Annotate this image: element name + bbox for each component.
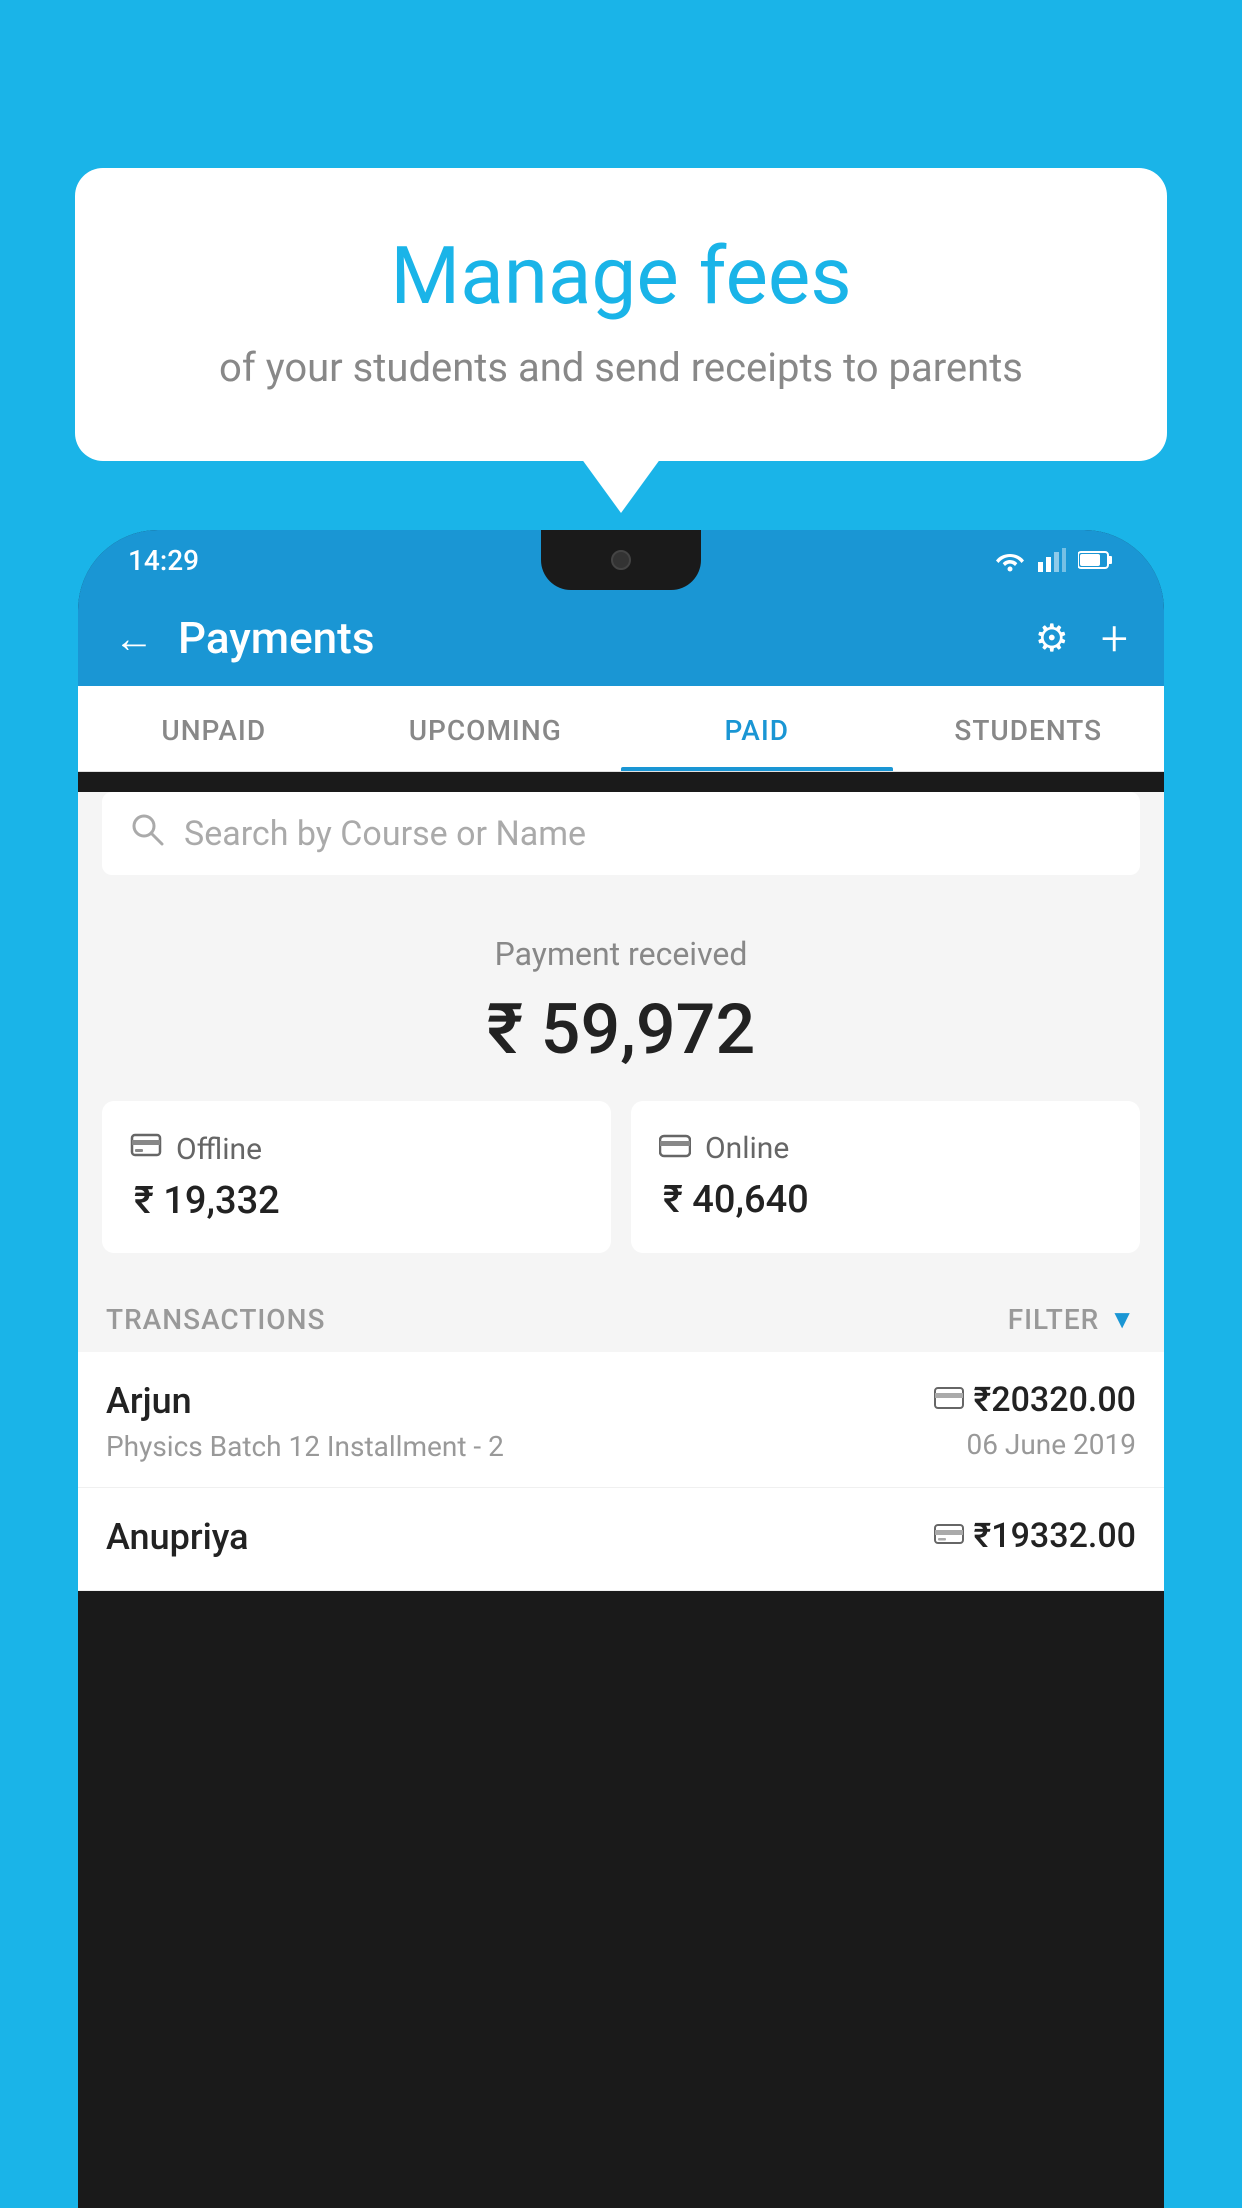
transaction-left-anupriya: Anupriya <box>106 1516 934 1566</box>
phone-frame: 14:29 <box>78 530 1164 2208</box>
online-card: Online ₹ 40,640 <box>631 1101 1140 1253</box>
filter-icon: ▼ <box>1109 1304 1136 1335</box>
tab-upcoming[interactable]: UPCOMING <box>350 686 622 771</box>
online-card-header: Online <box>659 1131 1112 1166</box>
speech-bubble-title: Manage fees <box>135 228 1107 324</box>
tab-students[interactable]: STUDENTS <box>893 686 1165 771</box>
screen-content: Search by Course or Name Payment receive… <box>78 792 1164 1591</box>
status-time: 14:29 <box>128 544 199 577</box>
transactions-label: TRANSACTIONS <box>106 1303 325 1336</box>
online-amount: ₹ 40,640 <box>663 1178 1112 1222</box>
page-title: Payments <box>178 612 1011 664</box>
camera <box>611 550 631 570</box>
transaction-name-arjun: Arjun <box>106 1380 934 1422</box>
notch <box>541 530 701 590</box>
tabs-bar: UNPAID UPCOMING PAID STUDENTS <box>78 686 1164 772</box>
add-button[interactable]: + <box>1101 610 1128 667</box>
transaction-sub-arjun: Physics Batch 12 Installment - 2 <box>106 1430 934 1463</box>
speech-bubble: Manage fees of your students and send re… <box>75 168 1167 461</box>
battery-icon <box>1078 550 1114 570</box>
offline-label: Offline <box>176 1132 262 1167</box>
app-header: ← Payments ⚙ + <box>78 590 1164 686</box>
search-placeholder: Search by Course or Name <box>184 814 1112 854</box>
transaction-name-anupriya: Anupriya <box>106 1516 934 1558</box>
transaction-row-anupriya[interactable]: Anupriya ₹19332.00 <box>78 1488 1164 1591</box>
signal-icon <box>1038 548 1066 572</box>
transaction-amount-arjun: ₹20320.00 <box>974 1380 1136 1420</box>
tab-unpaid[interactable]: UNPAID <box>78 686 350 771</box>
payment-amount: ₹ 59,972 <box>78 989 1164 1071</box>
settings-button[interactable]: ⚙ <box>1035 616 1069 661</box>
offline-amount: ₹ 19,332 <box>134 1179 583 1223</box>
offline-icon <box>130 1131 162 1167</box>
header-actions: ⚙ + <box>1035 610 1128 667</box>
online-payment-icon <box>934 1387 964 1413</box>
offline-card: Offline ₹ 19,332 <box>102 1101 611 1253</box>
status-bar: 14:29 <box>78 530 1164 590</box>
transactions-header: TRANSACTIONS FILTER ▼ <box>78 1283 1164 1352</box>
wifi-icon <box>994 548 1026 572</box>
transaction-date-arjun: 06 June 2019 <box>934 1428 1136 1461</box>
transaction-amount-anupriya: ₹19332.00 <box>974 1516 1136 1556</box>
filter-label: FILTER <box>1008 1303 1100 1336</box>
online-label: Online <box>705 1131 789 1166</box>
transaction-right-arjun: ₹20320.00 06 June 2019 <box>934 1380 1136 1461</box>
filter-button[interactable]: FILTER ▼ <box>1008 1303 1136 1336</box>
payment-cards: Offline ₹ 19,332 Online ₹ 40,640 <box>78 1101 1164 1283</box>
transaction-amount-row-arjun: ₹20320.00 <box>934 1380 1136 1420</box>
online-icon <box>659 1131 691 1166</box>
transaction-right-anupriya: ₹19332.00 <box>934 1516 1136 1564</box>
payment-label: Payment received <box>78 935 1164 973</box>
offline-card-header: Offline <box>130 1131 583 1167</box>
status-icons <box>994 548 1114 572</box>
tab-paid[interactable]: PAID <box>621 686 893 771</box>
back-button[interactable]: ← <box>114 615 154 662</box>
search-icon <box>130 812 164 855</box>
transaction-amount-row-anupriya: ₹19332.00 <box>934 1516 1136 1556</box>
offline-payment-icon <box>934 1521 964 1551</box>
transaction-row-arjun[interactable]: Arjun Physics Batch 12 Installment - 2 ₹… <box>78 1352 1164 1488</box>
speech-bubble-subtitle: of your students and send receipts to pa… <box>135 344 1107 391</box>
payment-summary: Payment received ₹ 59,972 <box>78 895 1164 1101</box>
search-bar[interactable]: Search by Course or Name <box>102 792 1140 875</box>
transaction-left-arjun: Arjun Physics Batch 12 Installment - 2 <box>106 1380 934 1463</box>
